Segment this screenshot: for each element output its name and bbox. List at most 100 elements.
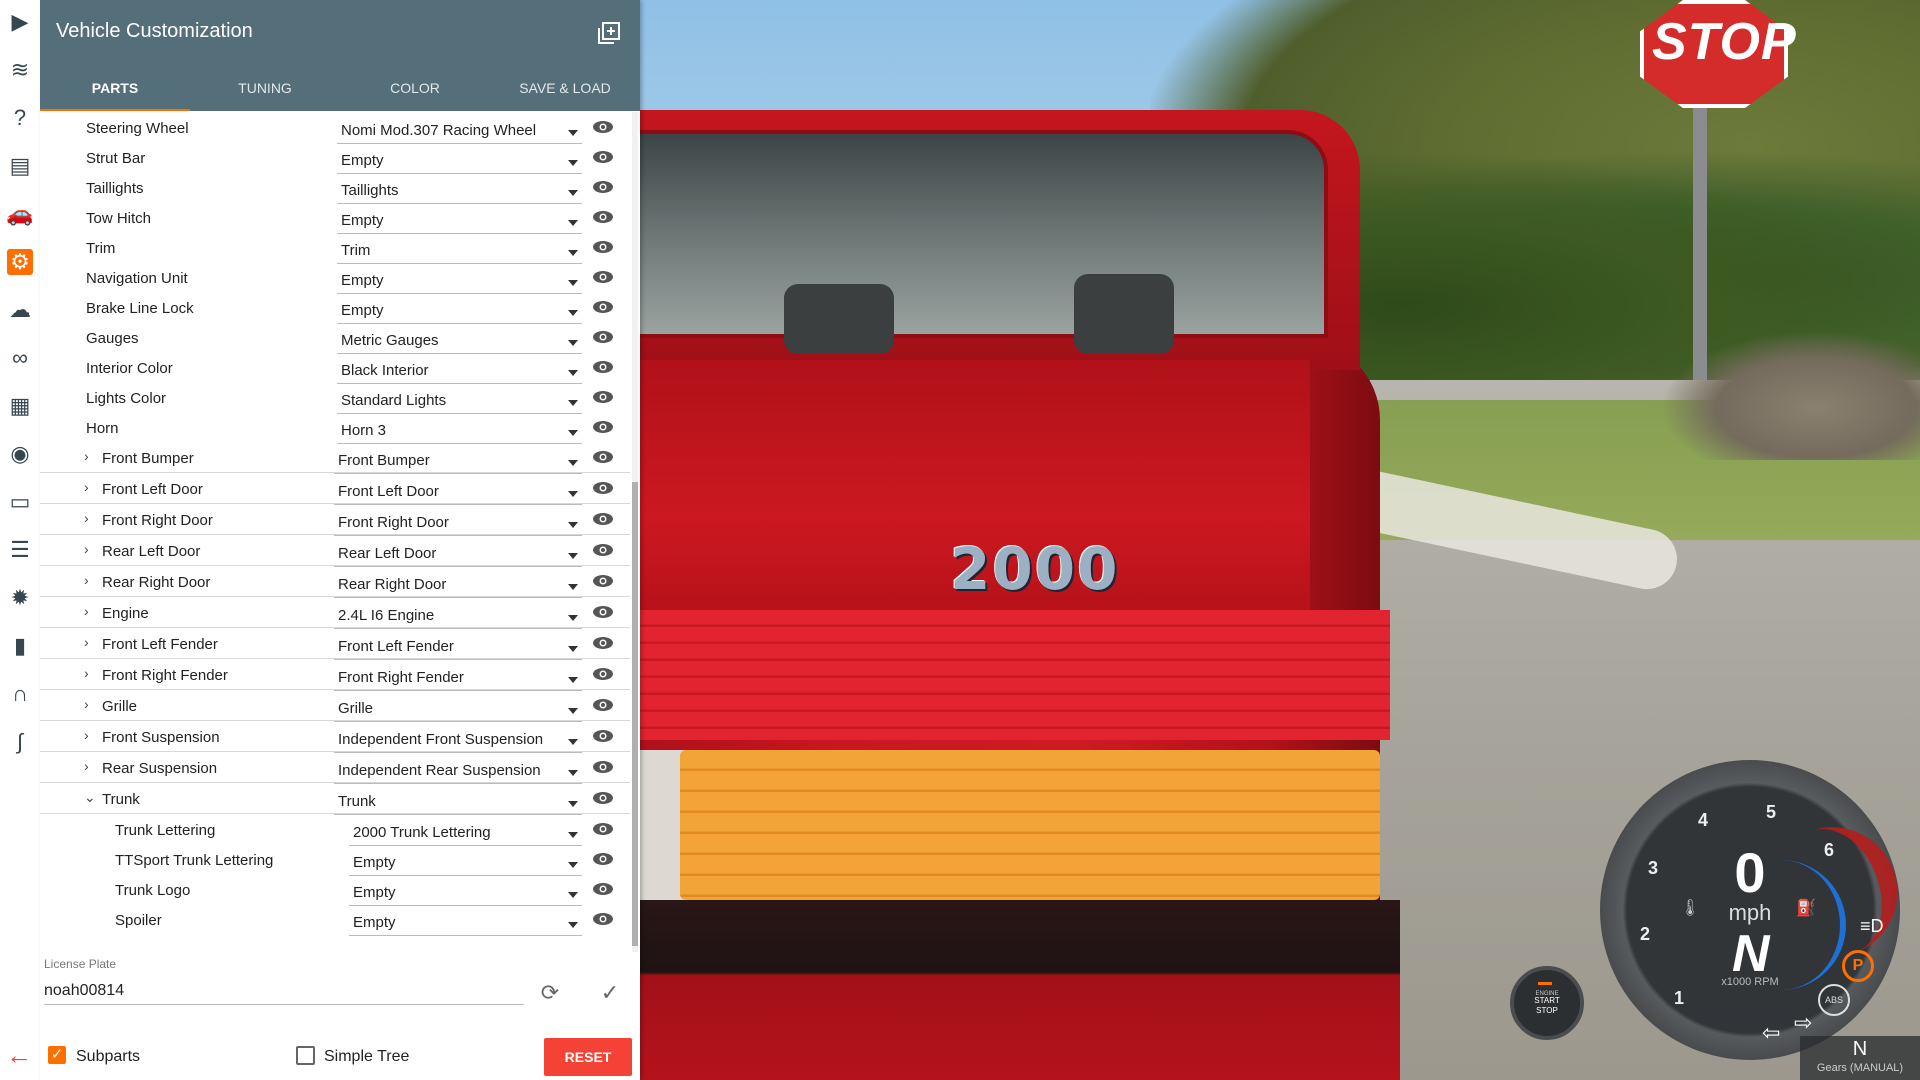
part-select[interactable]: Front Left Door xyxy=(334,480,582,505)
visibility-eye-icon[interactable] xyxy=(592,605,614,619)
signature-icon[interactable]: ∫ xyxy=(7,729,33,755)
sliders-icon[interactable]: ☰ xyxy=(7,537,33,563)
camera-icon[interactable]: ◉ xyxy=(7,441,33,467)
part-select[interactable]: Empty xyxy=(337,299,582,324)
chevron-right-icon[interactable]: › xyxy=(84,541,96,557)
part-select[interactable]: Rear Right Door xyxy=(334,573,582,598)
visibility-eye-icon[interactable] xyxy=(592,390,614,404)
part-select-value: 2.4L I6 Engine xyxy=(338,607,435,624)
tab-parts[interactable]: PARTS xyxy=(40,65,190,111)
tab-save-load[interactable]: SAVE & LOAD xyxy=(490,65,640,111)
part-select[interactable]: Empty xyxy=(349,851,582,876)
visibility-eye-icon[interactable] xyxy=(592,882,614,896)
chevron-right-icon[interactable]: › xyxy=(84,603,96,619)
visibility-eye-icon[interactable] xyxy=(592,574,614,588)
layers-icon[interactable]: ≋ xyxy=(7,57,33,83)
part-select[interactable]: Horn 3 xyxy=(337,419,582,444)
headphones-icon[interactable]: ∩ xyxy=(7,681,33,707)
visibility-eye-icon[interactable] xyxy=(592,729,614,743)
visibility-eye-icon[interactable] xyxy=(592,240,614,254)
visibility-eye-icon[interactable] xyxy=(592,360,614,374)
abs-indicator: ABS xyxy=(1818,984,1850,1016)
scrollbar-thumb[interactable] xyxy=(632,482,638,946)
infinity-icon[interactable]: ∞ xyxy=(7,345,33,371)
part-select[interactable]: Front Left Fender xyxy=(334,635,582,660)
part-select[interactable]: Front Right Door xyxy=(334,511,582,536)
chevron-right-icon[interactable]: › xyxy=(84,696,96,712)
visibility-eye-icon[interactable] xyxy=(592,698,614,712)
visibility-eye-icon[interactable] xyxy=(592,822,614,836)
chevron-right-icon[interactable]: › xyxy=(84,510,96,526)
chevron-right-icon[interactable]: › xyxy=(84,727,96,743)
chevron-right-icon[interactable]: › xyxy=(84,479,96,495)
part-select[interactable]: Empty xyxy=(337,269,582,294)
open-in-window-icon[interactable] xyxy=(598,22,620,44)
license-plate-input[interactable] xyxy=(44,978,524,1005)
visibility-eye-icon[interactable] xyxy=(592,150,614,164)
screen-icon[interactable]: ▭ xyxy=(7,489,33,515)
part-select[interactable]: Taillights xyxy=(337,179,582,204)
vehicle-config-icon[interactable]: ⚙ xyxy=(7,249,33,275)
visibility-eye-icon[interactable] xyxy=(592,330,614,344)
part-select[interactable]: Empty xyxy=(349,881,582,906)
apply-plate-icon[interactable]: ✓ xyxy=(597,980,623,1006)
chevron-right-icon[interactable]: › xyxy=(84,448,96,464)
part-select[interactable]: Trim xyxy=(337,239,582,264)
part-select[interactable]: Independent Front Suspension xyxy=(334,728,582,753)
part-select[interactable]: 2.4L I6 Engine xyxy=(334,604,582,629)
part-select[interactable]: Front Right Fender xyxy=(334,666,582,691)
visibility-eye-icon[interactable] xyxy=(592,636,614,650)
visibility-eye-icon[interactable] xyxy=(592,667,614,681)
cloud-icon[interactable]: ☁ xyxy=(7,297,33,323)
part-select[interactable]: Trunk xyxy=(334,790,582,815)
help-icon[interactable]: ? xyxy=(7,105,33,131)
part-select[interactable]: Front Bumper xyxy=(334,449,582,474)
scenario-icon[interactable]: ▤ xyxy=(7,153,33,179)
visibility-eye-icon[interactable] xyxy=(592,450,614,464)
visibility-eye-icon[interactable] xyxy=(592,300,614,314)
chevron-right-icon[interactable]: › xyxy=(84,634,96,650)
visibility-eye-icon[interactable] xyxy=(592,512,614,526)
visibility-eye-icon[interactable] xyxy=(592,481,614,495)
part-select[interactable]: Empty xyxy=(337,209,582,234)
part-select[interactable]: Black Interior xyxy=(337,359,582,384)
car-icon[interactable]: 🚗 xyxy=(6,201,33,227)
subparts-checkbox[interactable]: ✓ xyxy=(48,1046,66,1064)
visibility-eye-icon[interactable] xyxy=(592,180,614,194)
randomize-plate-icon[interactable]: ⟳ xyxy=(537,980,563,1006)
part-select[interactable]: Rear Left Door xyxy=(334,542,582,567)
visibility-eye-icon[interactable] xyxy=(592,912,614,926)
part-select-value: Independent Rear Suspension xyxy=(338,762,541,779)
visibility-eye-icon[interactable] xyxy=(592,420,614,434)
bar-chart-icon[interactable]: ▮ xyxy=(7,633,33,659)
play-icon[interactable]: ▶ xyxy=(7,9,33,35)
chevron-down-icon[interactable]: ⌄ xyxy=(84,789,96,806)
visibility-eye-icon[interactable] xyxy=(592,791,614,805)
visibility-eye-icon[interactable] xyxy=(592,270,614,284)
tab-tuning[interactable]: TUNING xyxy=(190,65,340,111)
bug-icon[interactable]: ✹ xyxy=(7,585,33,611)
visibility-eye-icon[interactable] xyxy=(592,760,614,774)
chevron-right-icon[interactable]: › xyxy=(84,758,96,774)
film-icon[interactable]: ▦ xyxy=(7,393,33,419)
tab-color[interactable]: COLOR xyxy=(340,65,490,111)
part-select[interactable]: Metric Gauges xyxy=(337,329,582,354)
simple-tree-checkbox[interactable] xyxy=(296,1046,315,1065)
part-select[interactable]: Standard Lights xyxy=(337,389,582,414)
part-select[interactable]: Nomi Mod.307 Racing Wheel xyxy=(337,119,582,144)
part-select[interactable]: Empty xyxy=(349,911,582,936)
rpm-tick: 2 xyxy=(1640,924,1651,944)
reset-button[interactable]: RESET xyxy=(544,1038,632,1076)
visibility-eye-icon[interactable] xyxy=(592,210,614,224)
visibility-eye-icon[interactable] xyxy=(592,543,614,557)
part-select[interactable]: Empty xyxy=(337,149,582,174)
visibility-eye-icon[interactable] xyxy=(592,852,614,866)
visibility-eye-icon[interactable] xyxy=(592,120,614,134)
part-select[interactable]: Independent Rear Suspension xyxy=(334,759,582,784)
chevron-right-icon[interactable]: › xyxy=(84,572,96,588)
chevron-right-icon[interactable]: › xyxy=(84,665,96,681)
parts-scrollbar[interactable] xyxy=(632,112,638,952)
part-select[interactable]: Grille xyxy=(334,697,582,722)
back-arrow-icon[interactable]: ← xyxy=(6,1040,32,1071)
part-select[interactable]: 2000 Trunk Lettering xyxy=(349,821,582,846)
